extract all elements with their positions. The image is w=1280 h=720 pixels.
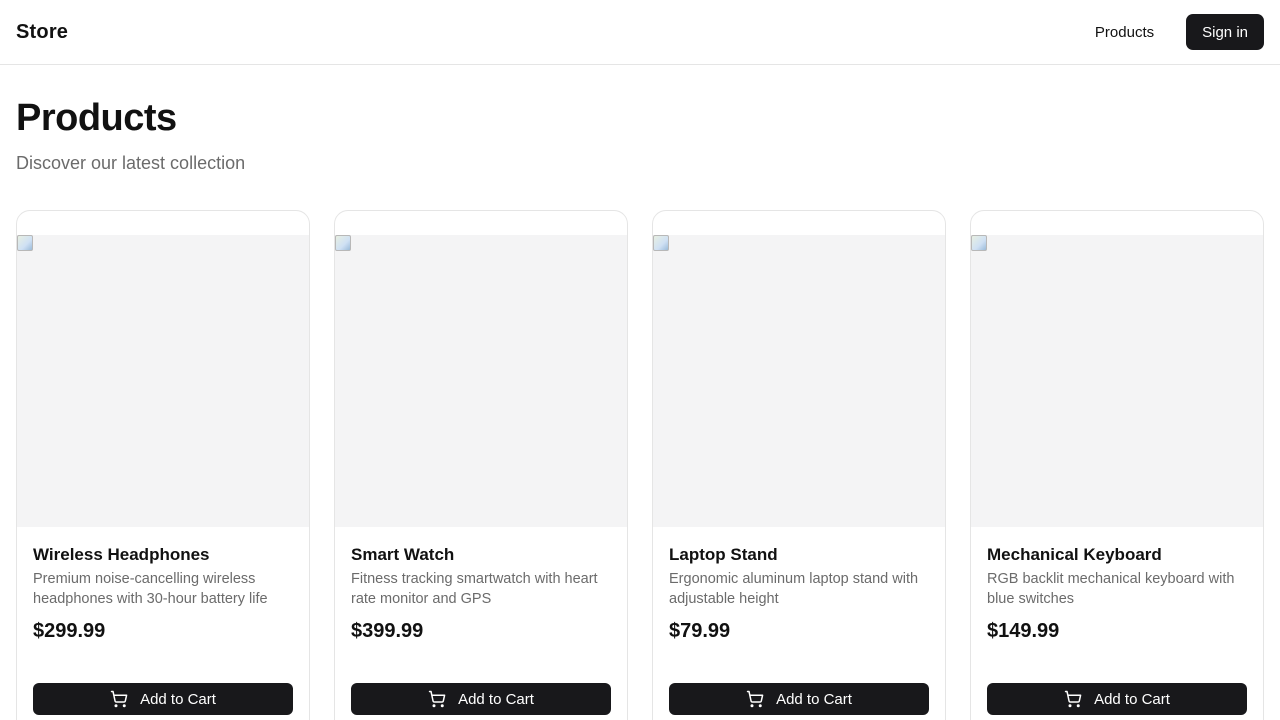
broken-image-icon bbox=[971, 235, 987, 251]
product-info: Wireless Headphones Premium noise-cancel… bbox=[33, 527, 293, 643]
product-card: Mechanical Keyboard RGB backlit mechanic… bbox=[970, 210, 1264, 720]
product-name[interactable]: Wireless Headphones bbox=[33, 545, 293, 565]
broken-image-icon bbox=[653, 235, 669, 251]
main-content: Products Discover our latest collection … bbox=[0, 97, 1280, 720]
product-price: $399.99 bbox=[351, 620, 424, 642]
product-image[interactable] bbox=[335, 235, 627, 527]
product-price: $299.99 bbox=[33, 620, 106, 642]
brand-logo[interactable]: Store bbox=[16, 21, 68, 44]
add-to-cart-button[interactable]: Add to Cart bbox=[669, 683, 929, 715]
add-to-cart-button[interactable]: Add to Cart bbox=[987, 683, 1247, 715]
product-name[interactable]: Laptop Stand bbox=[669, 545, 929, 565]
product-description: Ergonomic aluminum laptop stand with adj… bbox=[669, 571, 919, 607]
sign-in-button[interactable]: Sign in bbox=[1186, 14, 1264, 50]
site-header: Store Products Sign in bbox=[0, 0, 1280, 65]
product-price: $149.99 bbox=[987, 620, 1060, 642]
product-card: Wireless Headphones Premium noise-cancel… bbox=[16, 210, 310, 720]
product-price: $79.99 bbox=[669, 620, 731, 642]
add-to-cart-button[interactable]: Add to Cart bbox=[351, 683, 611, 715]
product-image[interactable] bbox=[971, 235, 1263, 527]
product-name[interactable]: Mechanical Keyboard bbox=[987, 545, 1247, 565]
product-image[interactable] bbox=[17, 235, 309, 527]
product-description: Premium noise-cancelling wireless headph… bbox=[33, 571, 268, 607]
cart-icon bbox=[1064, 690, 1082, 708]
page-subtitle: Discover our latest collection bbox=[16, 153, 246, 173]
product-image[interactable] bbox=[653, 235, 945, 527]
add-to-cart-label: Add to Cart bbox=[458, 690, 534, 708]
product-description: Fitness tracking smartwatch with heart r… bbox=[351, 571, 598, 607]
product-info: Mechanical Keyboard RGB backlit mechanic… bbox=[987, 527, 1247, 643]
product-card: Laptop Stand Ergonomic aluminum laptop s… bbox=[652, 210, 946, 720]
product-description: RGB backlit mechanical keyboard with blu… bbox=[987, 571, 1235, 607]
cart-icon bbox=[428, 690, 446, 708]
broken-image-icon bbox=[335, 235, 351, 251]
product-info: Smart Watch Fitness tracking smartwatch … bbox=[351, 527, 611, 643]
top-nav: Products Sign in bbox=[1079, 14, 1264, 50]
add-to-cart-label: Add to Cart bbox=[776, 690, 852, 708]
product-info: Laptop Stand Ergonomic aluminum laptop s… bbox=[669, 527, 929, 643]
add-to-cart-label: Add to Cart bbox=[1094, 690, 1170, 708]
add-to-cart-button[interactable]: Add to Cart bbox=[33, 683, 293, 715]
product-card: Smart Watch Fitness tracking smartwatch … bbox=[334, 210, 628, 720]
page-title: Products bbox=[16, 97, 177, 139]
product-name[interactable]: Smart Watch bbox=[351, 545, 611, 565]
cart-icon bbox=[746, 690, 764, 708]
broken-image-icon bbox=[17, 235, 33, 251]
cart-icon bbox=[110, 690, 128, 708]
nav-products-link[interactable]: Products bbox=[1079, 16, 1170, 49]
product-grid: Wireless Headphones Premium noise-cancel… bbox=[16, 210, 1264, 720]
add-to-cart-label: Add to Cart bbox=[140, 690, 216, 708]
